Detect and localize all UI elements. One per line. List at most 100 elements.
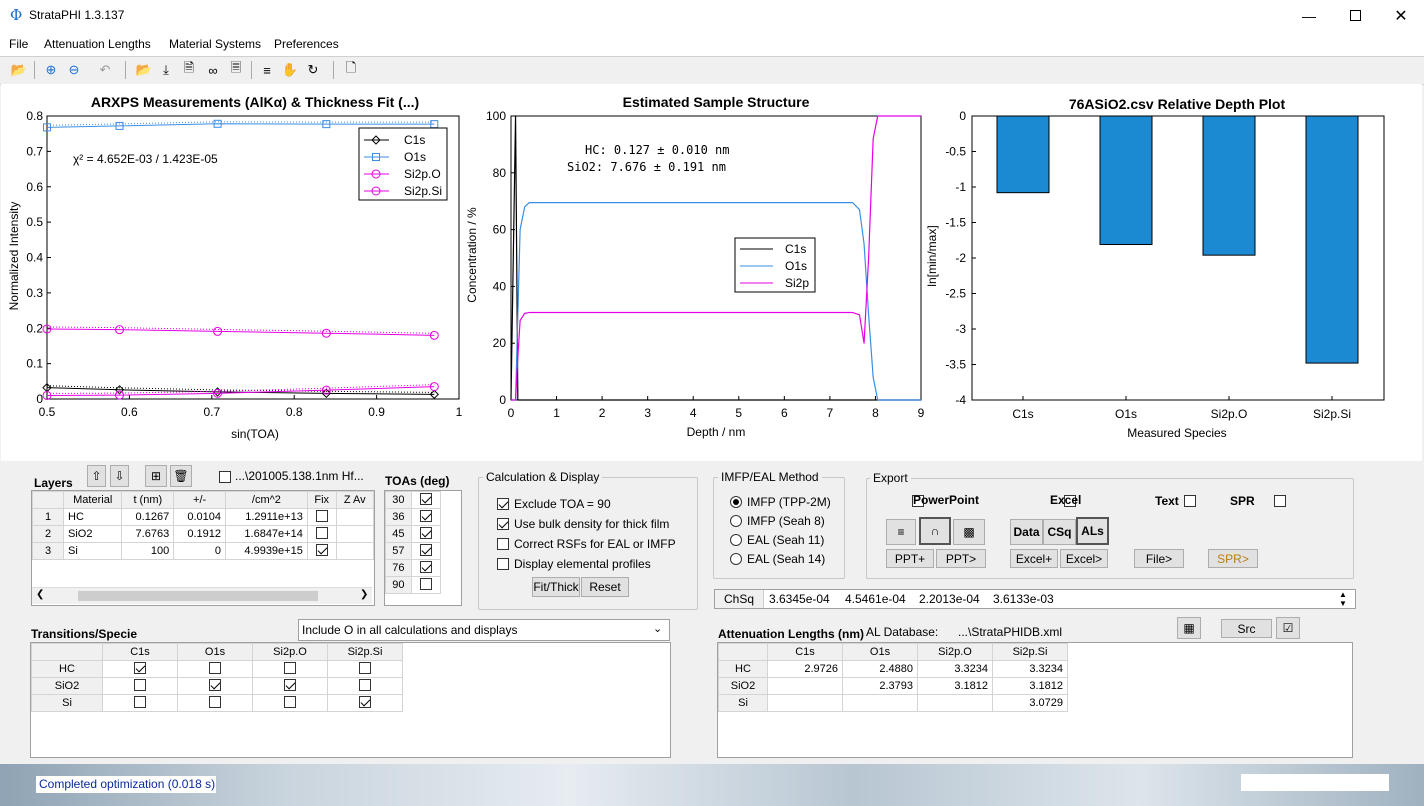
open-folder-icon[interactable]: 📂 [8, 60, 30, 80]
imfp-option[interactable]: IMFP (TPP-2M) [730, 492, 831, 511]
transition-checkbox[interactable] [359, 661, 371, 674]
table-row[interactable]: Si [31, 694, 403, 712]
imfp-option[interactable]: EAL (Seah 14) [730, 549, 831, 568]
calc-option[interactable]: Correct RSFs for EAL or IMFP [497, 534, 676, 554]
material-cell[interactable]: HC [62, 508, 123, 526]
thickness-cell[interactable]: 0.1267 [121, 508, 175, 526]
menu-file[interactable]: File [9, 37, 28, 51]
als-button[interactable]: ALs [1076, 517, 1109, 545]
fix-checkbox[interactable] [315, 526, 328, 539]
thickness-cell[interactable]: 100 [121, 542, 175, 560]
table-row[interactable]: HC [31, 660, 403, 678]
scroll-thumb[interactable] [78, 591, 318, 601]
thickness-cell[interactable]: 7.6763 [121, 525, 175, 543]
layers-table[interactable]: Material t (nm) +/- /cm^2 Fix Z Av 1 HC … [31, 490, 375, 606]
table-row[interactable]: 3 Si 100 0 4.9939e+15 [32, 542, 375, 560]
imfp-radio[interactable] [730, 533, 742, 546]
excel-send-button[interactable]: Excel> [1060, 549, 1108, 568]
refresh-icon[interactable]: ↻ [302, 60, 324, 80]
transition-checkbox[interactable] [209, 695, 221, 708]
documents-icon[interactable]: 🗎 [178, 60, 200, 80]
scroll-right-icon[interactable]: ❯ [360, 589, 368, 600]
imfp-option[interactable]: IMFP (Seah 8) [730, 511, 831, 530]
imfp-option[interactable]: EAL (Seah 11) [730, 530, 831, 549]
transition-checkbox[interactable] [284, 661, 296, 674]
material-cell[interactable]: SiO2 [62, 525, 123, 543]
table-row[interactable]: SiO2 2.3793 3.1812 3.1812 [718, 677, 1068, 695]
spin-icon[interactable]: ▲ ▼ [1339, 590, 1347, 608]
peak-plot-icon[interactable]: ∩ [919, 517, 951, 545]
calc-option-checkbox[interactable] [497, 558, 509, 570]
open-file-icon[interactable]: 📂 [133, 60, 155, 80]
ppt-send-button[interactable]: PPT> [936, 549, 986, 568]
toa-checkbox[interactable] [419, 560, 432, 573]
close-button[interactable]: ✕ [1378, 0, 1424, 31]
transition-checkbox[interactable] [134, 678, 146, 691]
minimize-button[interactable]: — [1286, 0, 1332, 31]
transitions-table[interactable]: C1s O1s Si2p.O Si2p.Si HC SiO2 Si [30, 642, 671, 758]
table-row[interactable]: Si 3.0729 [718, 694, 1068, 712]
table-row[interactable]: 1 HC 0.1267 0.0104 1.2911e+13 [32, 508, 375, 526]
database-edit-icon[interactable]: ▦ [1177, 617, 1201, 639]
toa-row[interactable]: 30 [385, 491, 442, 509]
plot2-chart[interactable]: 0 1 2 3 4 5 6 7 8 9 0 20 40 60 80 100 C1s O1s Si2p [471, 84, 941, 461]
new-document-icon[interactable]: 🗋 [340, 60, 362, 80]
file-send-button[interactable]: File> [1134, 549, 1184, 568]
toa-checkbox[interactable] [419, 577, 432, 590]
toa-checkbox[interactable] [419, 543, 432, 556]
zoom-out-icon[interactable]: ⊖ [63, 60, 85, 80]
transition-checkbox[interactable] [359, 678, 371, 691]
calc-option[interactable]: Use bulk density for thick film [497, 514, 676, 534]
table-row[interactable]: SiO2 [31, 677, 403, 695]
calc-option-checkbox[interactable] [497, 518, 509, 530]
transition-checkbox[interactable] [134, 695, 146, 708]
download-icon[interactable]: ⤓ [155, 60, 177, 80]
spr-send-button[interactable]: SPR> [1208, 549, 1258, 568]
fix-checkbox[interactable] [315, 543, 328, 556]
settings-sliders-icon[interactable]: ≡ [886, 519, 916, 545]
transitions-dropdown[interactable]: Include O in all calculations and displa… [298, 619, 670, 641]
calc-option[interactable]: Exclude TOA = 90 [497, 494, 676, 514]
transition-checkbox[interactable] [209, 678, 221, 691]
toa-checkbox[interactable] [419, 492, 432, 505]
pan-hand-icon[interactable]: ✋ [279, 60, 301, 80]
plot3-chart[interactable]: 0 -0.5 -1 -1.5 -2 -2.5 -3 -3.5 -4 C1s O1s Si2p.O Si2… [941, 84, 1421, 461]
csq-button[interactable]: CSq [1043, 519, 1076, 545]
imfp-radio[interactable] [730, 552, 742, 565]
material-cell[interactable]: Si [62, 542, 123, 560]
checklist-icon[interactable]: ≡ [256, 60, 278, 80]
transition-checkbox[interactable] [284, 678, 296, 691]
bar-chart-icon[interactable]: ▩ [953, 519, 985, 545]
undo-icon[interactable]: ↶ [94, 60, 116, 80]
src-button[interactable]: Src [1221, 619, 1272, 638]
text-checkbox[interactable] [1184, 495, 1197, 507]
atten-table[interactable]: C1s O1s Si2p.O Si2p.Si HC 2.9726 2.4880 3.3234 3… [717, 642, 1353, 758]
toa-checkbox[interactable] [419, 509, 432, 522]
toa-row[interactable]: 45 [385, 525, 442, 543]
binoculars-icon[interactable]: ∞ [202, 60, 224, 80]
toa-row[interactable]: 90 [385, 576, 442, 594]
fix-checkbox[interactable] [315, 509, 328, 522]
toa-row[interactable]: 57 [385, 542, 442, 560]
menu-preferences[interactable]: Preferences [274, 37, 339, 51]
table-row[interactable]: 2 SiO2 7.6763 0.1912 1.6847e+14 [32, 525, 375, 543]
maximize-button[interactable] [1332, 0, 1378, 31]
imfp-radio[interactable] [730, 514, 742, 527]
layer-file-checkbox[interactable] [219, 471, 231, 483]
calc-option-checkbox[interactable] [497, 498, 509, 510]
fit-thick-button[interactable]: Fit/Thick [532, 577, 580, 597]
layers-hscrollbar[interactable]: ❮ ❯ [32, 587, 372, 604]
table-row[interactable]: HC 2.9726 2.4880 3.3234 3.3234 [718, 660, 1068, 678]
transition-checkbox[interactable] [209, 661, 221, 674]
spr-checkbox[interactable] [1274, 495, 1287, 507]
toa-row[interactable]: 36 [385, 508, 442, 526]
delete-layer-button[interactable]: 🗑 [170, 465, 192, 487]
move-down-button[interactable]: ⇩ [110, 465, 129, 487]
toas-table[interactable]: 30 36 45 57 76 90 [384, 490, 462, 606]
add-layer-button[interactable]: ⊞ [145, 465, 167, 487]
reset-button[interactable]: Reset [581, 577, 629, 597]
data-button[interactable]: Data [1010, 519, 1043, 545]
calc-option[interactable]: Display elemental profiles [497, 554, 676, 574]
zoom-in-icon[interactable]: ⊕ [40, 60, 62, 80]
move-up-button[interactable]: ⇧ [87, 465, 106, 487]
